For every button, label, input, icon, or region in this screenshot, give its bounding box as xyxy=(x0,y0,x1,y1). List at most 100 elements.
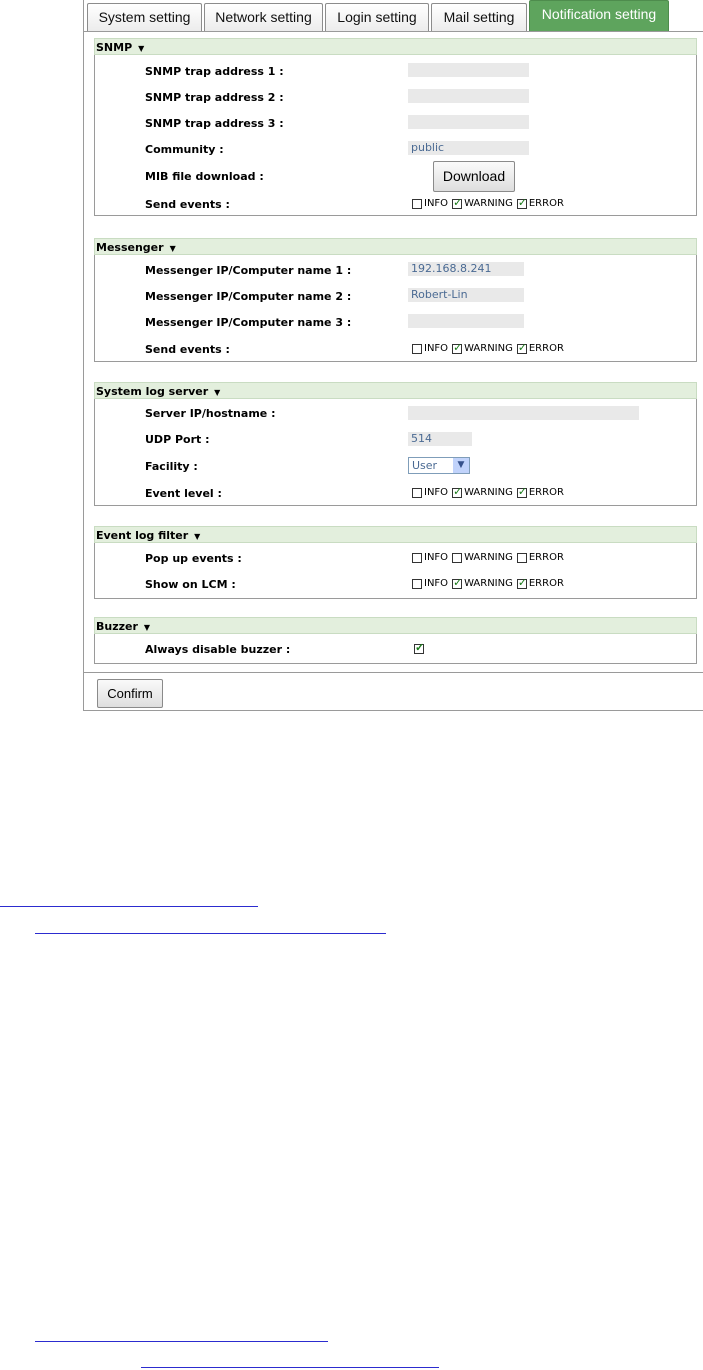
snmp-trap2-input[interactable] xyxy=(408,89,529,103)
error-checkbox[interactable] xyxy=(516,485,527,498)
collapse-arrow-icon: ▼ xyxy=(214,387,221,397)
document-link-underline[interactable] xyxy=(0,906,258,907)
warning-label: WARNING xyxy=(464,198,513,209)
error-label: ERROR xyxy=(528,343,564,354)
messenger2-label: Messenger IP/Computer name 2 : xyxy=(145,290,352,303)
info-label: INFO xyxy=(424,552,449,563)
facility-value: User xyxy=(412,459,438,472)
tab-login-setting[interactable]: Login setting xyxy=(325,3,429,31)
warning-label: WARNING xyxy=(464,578,513,589)
buzzer-disable-checkbox[interactable] xyxy=(414,641,424,654)
warning-checkbox[interactable] xyxy=(452,552,463,563)
warning-label: WARNING xyxy=(464,552,513,563)
server-label: Server IP/hostname : xyxy=(145,407,276,420)
tab-mail-setting[interactable]: Mail setting xyxy=(431,3,527,31)
popup-events: INFO WARNING ERROR xyxy=(412,552,568,563)
document-link-underline[interactable] xyxy=(35,933,386,934)
collapse-arrow-icon: ▼ xyxy=(194,531,201,541)
warning-checkbox[interactable] xyxy=(452,485,462,498)
messenger3-input[interactable] xyxy=(408,314,524,328)
collapse-arrow-icon: ▼ xyxy=(138,43,145,53)
tab-divider xyxy=(83,31,703,32)
syslog-events: INFO WARNING ERROR xyxy=(412,485,568,498)
error-label: ERROR xyxy=(528,487,564,498)
eventlog-body: Pop up events : INFO WARNING ERROR Show on… xyxy=(94,543,697,599)
snmp-section: SNMP ▼ SNMP trap address 1 : SNMP trap ad… xyxy=(94,38,697,216)
snmp-trap3-label: SNMP trap address 3 : xyxy=(145,117,284,130)
download-button[interactable]: Download xyxy=(433,161,515,192)
snmp-body: SNMP trap address 1 : SNMP trap address … xyxy=(94,55,697,216)
snmp-trap1-label: SNMP trap address 1 : xyxy=(145,65,284,78)
messenger2-input[interactable]: Robert-Lin xyxy=(408,288,524,302)
syslog-section: System log server ▼ Server IP/hostname : … xyxy=(94,382,697,506)
snmp-trap2-label: SNMP trap address 2 : xyxy=(145,91,284,104)
buzzer-body: Always disable buzzer : xyxy=(94,634,697,664)
snmp-send-events-label: Send events : xyxy=(145,198,230,211)
warning-label: WARNING xyxy=(464,343,513,354)
udp-input[interactable]: 514 xyxy=(408,432,472,446)
collapse-arrow-icon: ▼ xyxy=(143,622,151,632)
error-label: ERROR xyxy=(528,198,564,209)
info-checkbox[interactable] xyxy=(412,343,422,354)
snmp-header[interactable]: SNMP ▼ xyxy=(94,38,697,55)
confirm-bar: Confirm xyxy=(83,672,703,711)
buzzer-section: Buzzer ▼ Always disable buzzer : xyxy=(94,617,697,664)
warning-checkbox[interactable] xyxy=(452,576,462,589)
info-label: INFO xyxy=(424,578,449,589)
facility-label: Facility : xyxy=(145,460,198,473)
server-input[interactable] xyxy=(408,406,639,420)
messenger-title: Messenger xyxy=(96,241,164,254)
error-checkbox[interactable] xyxy=(516,341,527,354)
snmp-trap3-input[interactable] xyxy=(408,115,529,129)
eventlog-title: Event log filter xyxy=(96,529,189,542)
messenger-body: Messenger IP/Computer name 1 : 192.168.8… xyxy=(94,255,697,362)
messenger3-label: Messenger IP/Computer name 3 : xyxy=(145,316,352,329)
lcm-events: INFO WARNING ERROR xyxy=(412,576,568,589)
info-checkbox[interactable] xyxy=(412,552,422,563)
buzzer-disable-label: Always disable buzzer : xyxy=(145,643,291,656)
confirm-button[interactable]: Confirm xyxy=(97,679,163,708)
document-link-underline[interactable] xyxy=(35,1341,328,1342)
error-checkbox[interactable] xyxy=(516,196,527,209)
info-checkbox[interactable] xyxy=(412,198,422,209)
document-link-underline[interactable] xyxy=(141,1367,439,1368)
error-checkbox[interactable] xyxy=(516,552,527,563)
error-checkbox[interactable] xyxy=(516,576,527,589)
community-input[interactable]: public xyxy=(408,141,529,155)
messenger1-input[interactable]: 192.168.8.241 xyxy=(408,262,524,276)
messenger-send-events-label: Send events : xyxy=(145,343,230,356)
messenger-header[interactable]: Messenger ▼ xyxy=(94,238,697,255)
community-label: Community : xyxy=(145,143,224,156)
facility-select[interactable]: User ▼ xyxy=(408,457,470,474)
snmp-trap1-input[interactable] xyxy=(408,63,529,77)
warning-checkbox[interactable] xyxy=(452,341,462,354)
info-checkbox[interactable] xyxy=(412,487,422,498)
udp-label: UDP Port : xyxy=(145,433,210,446)
error-label: ERROR xyxy=(528,552,564,563)
collapse-arrow-icon: ▼ xyxy=(169,243,176,253)
messenger-events: INFO WARNING ERROR xyxy=(412,341,568,354)
syslog-title: System log server xyxy=(96,385,209,398)
popup-label: Pop up events : xyxy=(145,552,242,565)
info-checkbox[interactable] xyxy=(412,578,422,589)
dropdown-arrow-icon: ▼ xyxy=(453,458,469,473)
eventlog-section: Event log filter ▼ Pop up events : INFO WA… xyxy=(94,526,697,599)
syslog-body: Server IP/hostname : UDP Port : 514 Faci… xyxy=(94,399,697,506)
info-label: INFO xyxy=(424,487,449,498)
warning-label: WARNING xyxy=(464,487,513,498)
tab-network-setting[interactable]: Network setting xyxy=(204,3,323,31)
info-label: INFO xyxy=(424,198,449,209)
eventlog-header[interactable]: Event log filter ▼ xyxy=(94,526,697,543)
messenger1-label: Messenger IP/Computer name 1 : xyxy=(145,264,352,277)
snmp-title: SNMP xyxy=(96,41,133,54)
mib-label: MIB file download : xyxy=(145,170,264,183)
tab-notification-setting[interactable]: Notification setting xyxy=(529,0,669,31)
error-label: ERROR xyxy=(528,578,564,589)
lcm-label: Show on LCM : xyxy=(145,578,236,591)
warning-checkbox[interactable] xyxy=(452,196,462,209)
tab-system-setting[interactable]: System setting xyxy=(87,3,202,31)
buzzer-header[interactable]: Buzzer ▼ xyxy=(94,617,697,634)
info-label: INFO xyxy=(424,343,449,354)
event-level-label: Event level : xyxy=(145,487,222,500)
syslog-header[interactable]: System log server ▼ xyxy=(94,382,697,399)
